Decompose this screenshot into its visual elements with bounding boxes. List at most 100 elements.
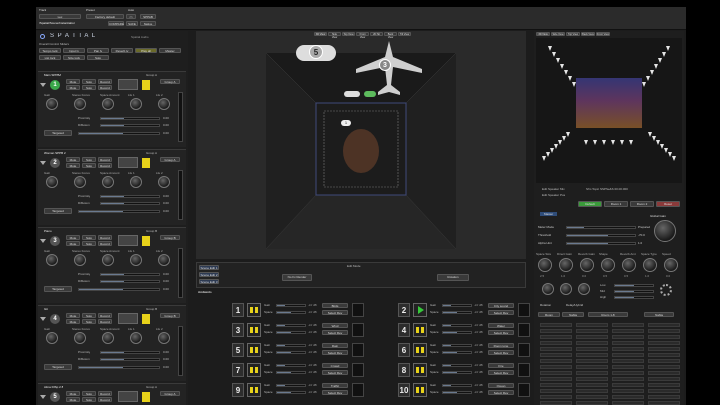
eq-knob[interactable] (578, 283, 590, 295)
channel-row1-button[interactable]: Mute (66, 235, 80, 240)
routing-cell[interactable] (540, 341, 572, 345)
channel-row2-button[interactable]: Mute (66, 163, 80, 168)
chevron-down-icon[interactable] (40, 161, 46, 165)
ambient-slider[interactable] (276, 391, 306, 394)
routing-cell[interactable] (612, 377, 644, 381)
ambient-slider[interactable] (442, 344, 472, 347)
channel-row2-button[interactable]: Solo (82, 163, 96, 168)
ambient-slider[interactable] (442, 324, 472, 327)
channel-knob[interactable] (46, 98, 58, 110)
targeted-button[interactable]: Targeted (44, 286, 72, 292)
channel-row2-button[interactable]: Solo (82, 85, 96, 90)
channel-row1-button[interactable]: Mute (66, 391, 80, 396)
routing-cell[interactable] (612, 323, 644, 327)
native-button[interactable]: Native (140, 21, 156, 26)
channel-number-icon[interactable]: 2 (50, 158, 60, 168)
view-tab-1[interactable]: Side View (328, 32, 341, 39)
channel-knob[interactable] (46, 254, 58, 266)
pause-icon[interactable] (142, 158, 150, 168)
track-select[interactable]: Lex (39, 14, 81, 19)
ambient-number[interactable]: 6 (398, 343, 410, 357)
safe-button[interactable]: SAFE (126, 21, 138, 26)
routing-cell[interactable] (540, 335, 572, 339)
apply-button[interactable]: SPPAB (140, 14, 156, 19)
channel-number-icon[interactable]: 3 (50, 236, 60, 246)
pause-icon[interactable] (413, 363, 427, 377)
routing-cell[interactable] (612, 335, 644, 339)
channel-row2-button[interactable]: Solo (82, 319, 96, 324)
ambient-number[interactable]: 1 (232, 303, 244, 317)
routing-cell[interactable] (576, 323, 608, 327)
routing-cell[interactable] (648, 401, 680, 405)
channel-row2-button[interactable]: Record (98, 319, 112, 324)
channel-row1-button[interactable]: Solo (82, 79, 96, 84)
pause-icon[interactable] (247, 303, 261, 317)
chevron-down-icon[interactable] (40, 317, 46, 321)
mode-button-0[interactable]: Scene Edit 1 (199, 265, 219, 270)
channel-row2-button[interactable]: Mute (66, 241, 80, 246)
ambient-slider[interactable] (442, 384, 472, 387)
routing-cell[interactable] (540, 383, 572, 387)
global-gain-knob[interactable] (654, 220, 676, 242)
right-knob[interactable] (643, 258, 657, 272)
channel-knob[interactable] (130, 254, 142, 266)
routing-cell[interactable] (576, 353, 608, 357)
channel-knob[interactable] (158, 176, 170, 188)
channel-knob[interactable] (74, 254, 86, 266)
view-tab-4[interactable]: 2D Sit (370, 32, 383, 36)
ambient-name-field[interactable]: Traffic (322, 383, 348, 388)
channel-knob[interactable] (130, 332, 142, 344)
mode-button-1[interactable]: Scene Edit 2 (199, 272, 219, 277)
ambient-name-field[interactable]: Room tone (488, 343, 514, 348)
channel-menu-button[interactable]: Group B (160, 235, 180, 240)
routing-cell[interactable] (540, 395, 572, 399)
pause-icon[interactable] (142, 314, 150, 324)
routing-cell[interactable] (576, 401, 608, 405)
routing-cell[interactable] (648, 323, 680, 327)
channel-row2-button[interactable]: Solo (82, 397, 96, 402)
channel-number-icon[interactable]: 4 (50, 314, 60, 324)
pause-icon[interactable] (413, 343, 427, 357)
channel-menu-button[interactable]: Group A (160, 391, 180, 396)
routing-cell[interactable] (540, 329, 572, 333)
select-reverb-button[interactable]: Select Rev (488, 310, 514, 315)
eq-slider[interactable] (614, 290, 654, 293)
channel-knob[interactable] (130, 176, 142, 188)
global-row2-button-0[interactable]: List lock (39, 55, 61, 60)
targeted-button[interactable]: Targeted (44, 208, 72, 214)
routing-cell[interactable] (576, 341, 608, 345)
ambient-slider[interactable] (442, 351, 472, 354)
channel-knob[interactable] (102, 254, 114, 266)
channel-knob[interactable] (74, 98, 86, 110)
channel-number-icon[interactable]: 5 (50, 392, 60, 402)
routing-cell[interactable] (540, 401, 572, 405)
global-button-2[interactable]: Pan lv (87, 48, 109, 53)
channel-row1-button[interactable]: Record (98, 313, 112, 318)
ambient-number[interactable]: 7 (232, 363, 244, 377)
right-knob[interactable] (622, 258, 636, 272)
ambient-number[interactable]: 5 (232, 343, 244, 357)
object-marker-1[interactable]: 1 (341, 120, 351, 126)
routing-cell[interactable] (540, 377, 572, 381)
param-slider[interactable] (100, 351, 160, 354)
target-slider[interactable] (78, 210, 160, 213)
global-row2-button-2[interactable]: Solo (87, 55, 109, 60)
ambient-name-field[interactable]: Rain (322, 343, 348, 348)
param-slider[interactable] (100, 124, 160, 127)
global-button-4[interactable]: Play all (135, 48, 157, 53)
speaker-view[interactable] (536, 38, 682, 183)
pause-icon[interactable] (247, 363, 261, 377)
pause-icon[interactable] (247, 323, 261, 337)
channel-menu-button[interactable]: Group A (160, 79, 180, 84)
right-button-0[interactable]: Default (578, 201, 602, 207)
pause-icon[interactable] (247, 383, 261, 397)
global-button-0[interactable]: Tempo lock (39, 48, 61, 53)
right-knob[interactable] (538, 258, 552, 272)
channel-knob[interactable] (46, 176, 58, 188)
ambient-number[interactable]: 2 (398, 303, 410, 317)
routing-cell[interactable] (648, 359, 680, 363)
option-nabla-button[interactable]: Nabla (562, 312, 584, 317)
right-view-tab-1[interactable]: Side View (551, 32, 565, 36)
ambient-slider[interactable] (276, 344, 306, 347)
view-tab-6[interactable]: Tilt View (398, 32, 411, 36)
